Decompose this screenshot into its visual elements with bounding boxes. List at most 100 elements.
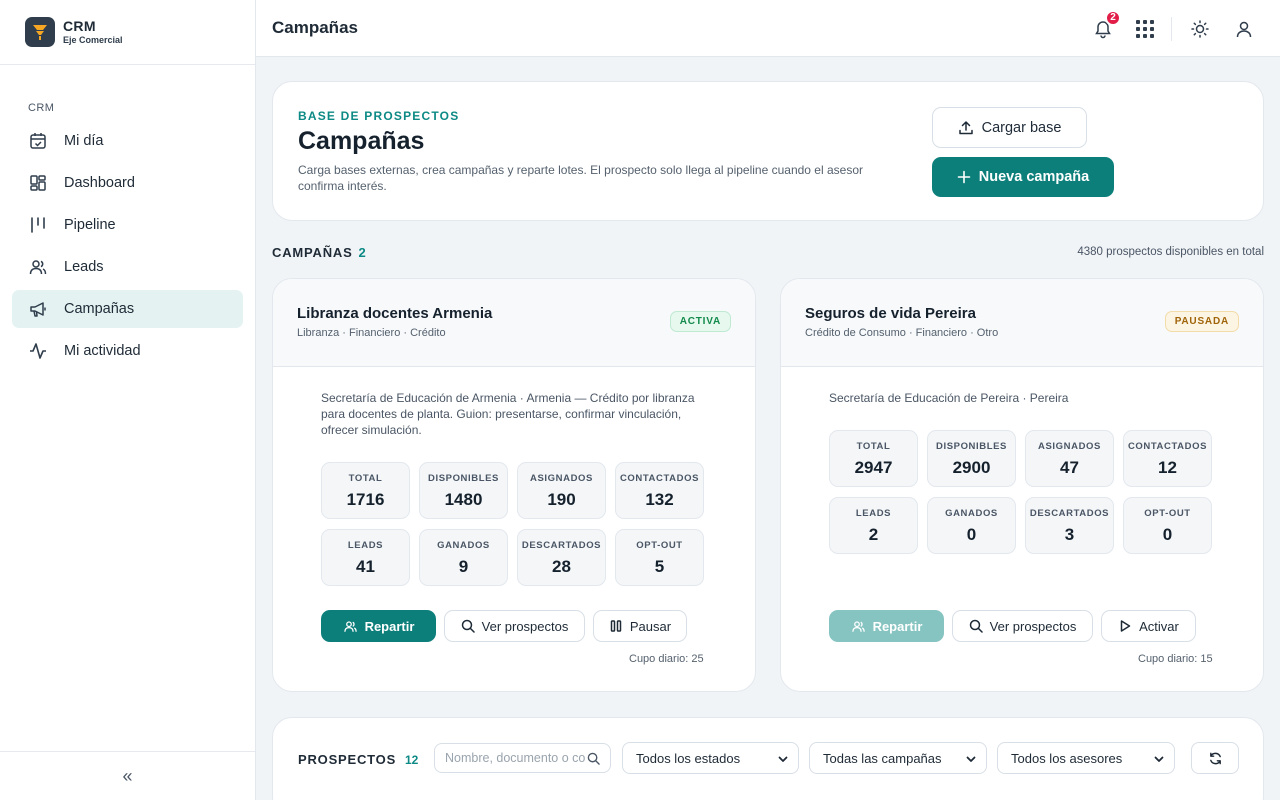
sidebar-item-mi-dia[interactable]: Mi día — [12, 122, 243, 160]
top-bar: Campañas 2 — [256, 0, 1280, 57]
stat-contactados: CONTACTADOS 12 — [1123, 430, 1212, 487]
sidebar-item-label: Dashboard — [64, 175, 135, 191]
stat-label: DISPONIBLES — [936, 441, 1007, 452]
status-filter-select[interactable]: Todos los estados — [622, 742, 799, 774]
nav-section-label: CRM — [28, 102, 55, 114]
advisor-filter-select[interactable]: Todos los asesores — [997, 742, 1175, 774]
status-badge: PAUSADA — [1164, 311, 1239, 332]
activate-button[interactable]: Activar — [1101, 610, 1196, 642]
search-icon — [461, 619, 475, 633]
prospects-panel: PROSPECTOS 12 Todos los estados Todas la… — [272, 717, 1264, 800]
chevrons-left-icon: « — [122, 765, 133, 786]
campaign-stats: TOTAL 1716 DISPONIBLES 1480 ASIGNADOS 190 C… — [321, 462, 711, 586]
distribute-button[interactable]: Repartir — [829, 610, 944, 642]
pause-button[interactable]: Pausar — [593, 610, 687, 642]
campaign-filter-select[interactable]: Todas las campañas — [809, 742, 987, 774]
stat-value: 12 — [1158, 458, 1177, 477]
stat-label: ASIGNADOS — [1038, 441, 1101, 452]
stat-value: 3 — [1064, 525, 1075, 544]
stat-label: LEADS — [855, 508, 892, 519]
campaign-description: Secretaría de Educación de Armenia · Arm… — [321, 390, 713, 438]
sidebar-item-mi-actividad[interactable]: Mi actividad — [12, 332, 243, 370]
dashboard-grid-icon — [30, 175, 46, 191]
sidebar-item-leads[interactable]: Leads — [12, 248, 243, 286]
user-menu-button[interactable] — [1232, 17, 1256, 41]
chevron-down-icon — [966, 756, 976, 762]
hero-description: Carga bases externas, crea campañas y re… — [298, 163, 863, 193]
stat-value: 28 — [552, 557, 571, 576]
prospects-search-input[interactable] — [445, 744, 585, 772]
sidebar-item-campanas[interactable]: Campañas — [12, 290, 243, 328]
hero-title: Campañas — [298, 127, 425, 155]
chevron-down-icon — [778, 756, 788, 762]
status-filter-value: Todos los estados — [636, 750, 741, 766]
stat-descartados: DESCARTADOS 3 — [1025, 497, 1114, 554]
activity-icon — [30, 343, 46, 359]
sidebar-item-label: Campañas — [64, 301, 135, 317]
stat-opt-out: OPT-OUT 0 — [1123, 497, 1212, 554]
stat-label: DISPONIBLES — [428, 473, 499, 484]
upload-base-label: Cargar base — [981, 119, 1062, 136]
view-prospects-label: Ver prospectos — [989, 618, 1077, 634]
campaigns-count: 2 — [358, 245, 367, 260]
notifications-button[interactable]: 2 — [1091, 9, 1121, 41]
stat-asignados: ASIGNADOS 190 — [517, 462, 606, 519]
sidebar-item-pipeline[interactable]: Pipeline — [12, 206, 243, 244]
search-icon — [587, 752, 600, 765]
stat-ganados: GANADOS 9 — [419, 529, 508, 586]
prospects-search — [434, 743, 611, 773]
pause-icon — [610, 620, 622, 632]
stat-ganados: GANADOS 0 — [927, 497, 1016, 554]
logo-icon — [25, 17, 55, 47]
activate-label: Activar — [1139, 618, 1179, 634]
status-badge: ACTIVA — [669, 311, 731, 332]
refresh-icon — [1209, 752, 1221, 764]
refresh-button[interactable] — [1191, 742, 1239, 774]
campaign-card: Seguros de vida Pereira Crédito de Consu… — [780, 278, 1264, 692]
sidebar-item-dashboard[interactable]: Dashboard — [12, 164, 243, 202]
pipeline-columns-icon — [31, 217, 45, 233]
campaign-tags: Libranza · Financiero · Crédito — [297, 327, 446, 339]
page-title: Campañas — [272, 18, 358, 37]
campaign-filter-value: Todas las campañas — [823, 750, 942, 766]
theme-toggle-button[interactable] — [1188, 17, 1212, 41]
header-divider — [1171, 16, 1172, 41]
advisor-filter-value: Todos los asesores — [1011, 750, 1123, 766]
pause-label: Pausar — [629, 618, 672, 634]
new-campaign-button[interactable]: Nueva campaña — [932, 157, 1114, 197]
stat-label: LEADS — [347, 540, 384, 551]
top-actions: 2 — [1091, 0, 1280, 57]
stat-label: GANADOS — [945, 508, 998, 519]
campaign-stats: TOTAL 2947 DISPONIBLES 2900 ASIGNADOS 47 CO… — [829, 430, 1219, 554]
stat-label: TOTAL — [348, 473, 383, 484]
users-icon — [343, 620, 357, 632]
apps-button[interactable] — [1133, 17, 1157, 41]
upload-base-button[interactable]: Cargar base — [932, 107, 1087, 148]
prospects-title: PROSPECTOS — [298, 752, 397, 767]
stat-label: OPT-OUT — [636, 540, 683, 551]
brand-subtitle: Eje Comercial — [63, 35, 123, 45]
collapse-sidebar-button[interactable]: « — [0, 751, 255, 800]
brand[interactable]: CRM Eje Comercial — [0, 0, 255, 65]
view-prospects-button[interactable]: Ver prospectos — [952, 610, 1093, 642]
stat-value: 2 — [868, 525, 879, 544]
apps-grid-icon — [1136, 19, 1154, 38]
stat-label: OPT-OUT — [1144, 508, 1191, 519]
stat-descartados: DESCARTADOS 28 — [517, 529, 606, 586]
daily-quota: Cupo diario: 15 — [1138, 653, 1213, 665]
stat-value: 9 — [458, 557, 469, 576]
campaign-tags: Crédito de Consumo · Financiero · Otro — [805, 327, 999, 339]
stat-value: 2900 — [952, 458, 991, 477]
view-prospects-button[interactable]: Ver prospectos — [444, 610, 585, 642]
campaign-card-header: Libranza docentes Armenia Libranza · Fin… — [273, 279, 755, 367]
distribute-button[interactable]: Repartir — [321, 610, 436, 642]
stat-value: 2947 — [854, 458, 893, 477]
stat-label: GANADOS — [437, 540, 490, 551]
stat-value: 0 — [1162, 525, 1173, 544]
campaign-entity: Secretaría de Educación de Pereira · Per… — [829, 391, 1069, 405]
sidebar-item-label: Mi actividad — [64, 343, 141, 359]
distribute-label: Repartir — [872, 618, 923, 634]
stat-disponibles: DISPONIBLES 2900 — [927, 430, 1016, 487]
stat-value: 47 — [1060, 458, 1079, 477]
sun-icon — [1191, 19, 1209, 38]
